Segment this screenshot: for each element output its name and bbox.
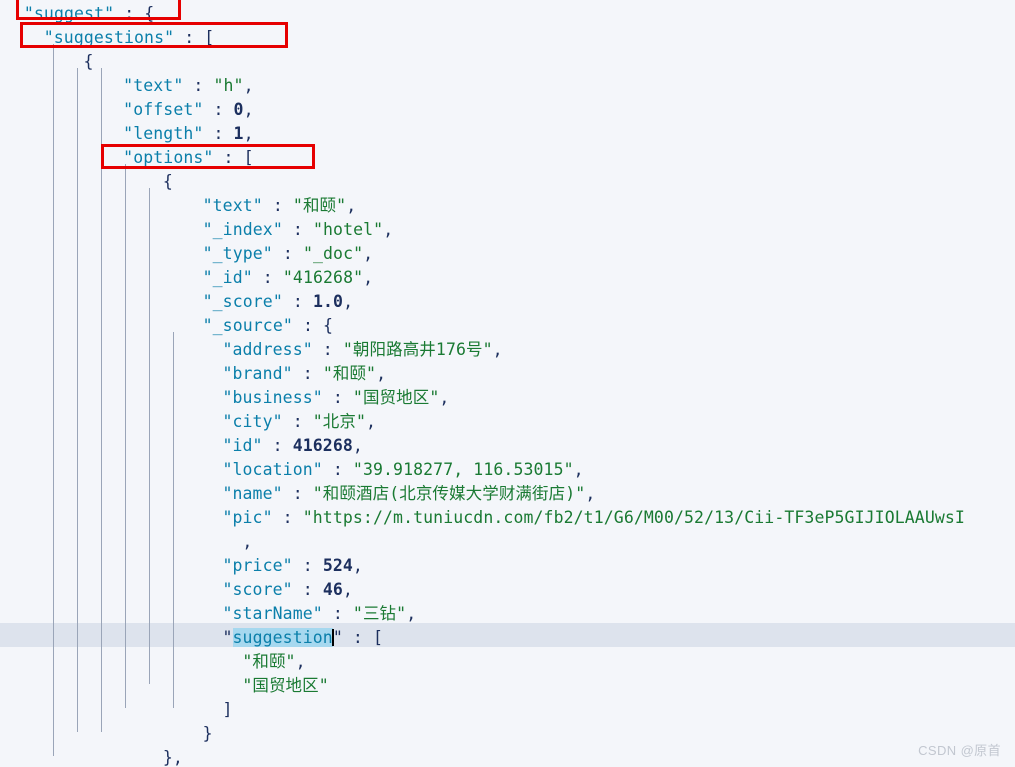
code-line[interactable]: "address" : "朝阳路高井176号", [222, 338, 502, 362]
code-line[interactable]: "text" : "h", [123, 74, 253, 98]
code-line[interactable]: ] [222, 698, 232, 722]
code-line[interactable]: { [83, 50, 93, 74]
code-line[interactable]: "suggestion" : [ [222, 626, 383, 650]
code-line[interactable]: "suggestions" : [ [44, 26, 215, 50]
code-line[interactable]: "name" : "和颐酒店(北京传媒大学财满街店)", [222, 482, 595, 506]
code-line[interactable]: }, [163, 746, 183, 767]
code-line[interactable]: "suggest" : { [24, 2, 154, 26]
code-line[interactable]: "location" : "39.918277, 116.53015", [222, 458, 583, 482]
code-line[interactable]: "_index" : "hotel", [203, 218, 394, 242]
code-line[interactable]: "price" : 524, [222, 554, 363, 578]
code-line[interactable]: "options" : [ [123, 146, 253, 170]
code-line[interactable]: "_type" : "_doc", [203, 242, 374, 266]
code-line[interactable]: "_score" : 1.0, [203, 290, 354, 314]
code-line[interactable]: } [203, 722, 213, 746]
code-line[interactable]: "length" : 1, [123, 122, 253, 146]
json-code-content[interactable]: "suggest" : {"suggestions" : [{"text" : … [0, 0, 1015, 767]
code-line[interactable]: "_id" : "416268", [203, 266, 374, 290]
code-line[interactable]: "brand" : "和颐", [222, 362, 386, 386]
code-line[interactable]: "和颐", [242, 650, 305, 674]
code-line[interactable]: "id" : 416268, [222, 434, 363, 458]
code-line[interactable]: "score" : 46, [222, 578, 352, 602]
code-line[interactable]: "offset" : 0, [123, 98, 253, 122]
code-line[interactable]: "starName" : "三钻", [222, 602, 416, 626]
code-line[interactable]: "国贸地区" [242, 674, 328, 698]
code-line[interactable]: "city" : "北京", [222, 410, 376, 434]
code-line[interactable]: "text" : "和颐", [203, 194, 357, 218]
code-line[interactable]: "pic" : "https://m.tuniucdn.com/fb2/t1/G… [222, 506, 965, 530]
code-editor-view[interactable]: "suggest" : {"suggestions" : [{"text" : … [0, 0, 1015, 767]
csdn-watermark: CSDN @原首 [918, 743, 1001, 758]
code-line[interactable]: "business" : "国贸地区", [222, 386, 449, 410]
code-line[interactable]: "_source" : { [203, 314, 333, 338]
code-line[interactable]: { [163, 170, 173, 194]
code-line[interactable]: , [242, 530, 252, 554]
